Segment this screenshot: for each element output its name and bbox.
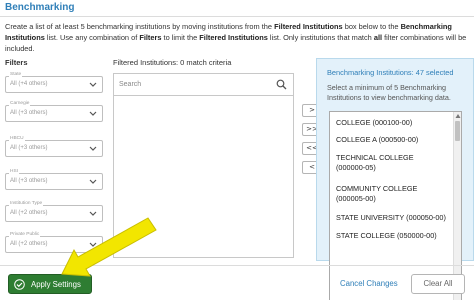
institution-type-filter-select[interactable]: All (+2 others) bbox=[5, 205, 103, 222]
list-item[interactable]: (000005-00) bbox=[336, 194, 376, 204]
private-public-filter-value: All (+2 others) bbox=[10, 241, 48, 247]
search-placeholder: Search bbox=[119, 81, 142, 88]
hbcu-filter-select[interactable]: All (+3 others) bbox=[5, 140, 103, 157]
instructions-part: list. Use any combination of bbox=[44, 33, 140, 42]
institution-type-filter-value: All (+2 others) bbox=[10, 210, 48, 216]
list-item[interactable]: COLLEGE A (000500-00) bbox=[336, 135, 418, 145]
institution-type-filter-label: Institution Type bbox=[9, 201, 44, 206]
hsi-filter-value: All (+3 others) bbox=[10, 178, 48, 184]
list-scrollbar[interactable] bbox=[453, 112, 461, 300]
chevron-down-icon bbox=[89, 146, 97, 151]
filtered-institutions-heading: Filtered Institutions: 0 match criteria bbox=[113, 58, 232, 67]
clear-all-button[interactable]: Clear All bbox=[411, 274, 465, 294]
apply-settings-label: Apply Settings bbox=[31, 280, 81, 289]
chevron-down-icon bbox=[89, 111, 97, 116]
private-public-filter-select[interactable]: All (+2 others) bbox=[5, 236, 103, 253]
filtered-search-input[interactable]: Search bbox=[114, 74, 293, 96]
state-filter-label: State bbox=[9, 72, 23, 77]
hbcu-filter-label: HBCU bbox=[9, 136, 25, 141]
search-icon bbox=[276, 79, 287, 90]
chevron-down-icon bbox=[89, 242, 97, 247]
apply-settings-button[interactable]: Apply Settings bbox=[8, 274, 92, 294]
carnegie-filter-label: Carnegie bbox=[9, 101, 31, 106]
scroll-up-icon[interactable] bbox=[455, 113, 461, 119]
cancel-changes-link[interactable]: Cancel Changes bbox=[340, 279, 398, 288]
benchmarking-institutions-list[interactable]: COLLEGE (000100-00) COLLEGE A (000500-00… bbox=[329, 111, 462, 300]
instructions-part: box below to the bbox=[342, 22, 401, 31]
instructions-bold: Filtered Institutions bbox=[274, 22, 343, 31]
chevron-down-icon bbox=[89, 179, 97, 184]
hsi-filter-select[interactable]: All (+3 others) bbox=[5, 173, 103, 190]
instructions-part: to limit the bbox=[161, 33, 200, 42]
instructions-bold: all bbox=[373, 33, 383, 42]
filtered-institutions-list[interactable]: Search bbox=[113, 73, 294, 258]
state-filter-value: All (+4 others) bbox=[10, 81, 48, 87]
chevron-down-icon bbox=[89, 211, 97, 216]
scrollbar-thumb[interactable] bbox=[455, 121, 460, 141]
instructions-text: Create a list of at least 5 benchmarking… bbox=[5, 21, 469, 54]
chevron-down-icon bbox=[89, 82, 97, 87]
instructions-part: Create a list of at least 5 benchmarking… bbox=[5, 22, 275, 31]
benchmarking-panel: Benchmarking Institutions: 47 selected S… bbox=[316, 58, 474, 300]
footer-divider bbox=[0, 265, 474, 266]
instructions-part: list. Only institutions that match bbox=[267, 33, 374, 42]
hsi-filter-label: HSI bbox=[9, 169, 19, 174]
list-item[interactable]: STATE UNIVERSITY (000050-00) bbox=[336, 213, 446, 223]
filters-heading: Filters bbox=[5, 58, 28, 67]
list-item[interactable]: COLLEGE (000100-00) bbox=[336, 118, 412, 128]
instructions-bold: Filtered Institutions bbox=[199, 33, 268, 42]
title-divider bbox=[0, 16, 474, 17]
list-item[interactable]: COMMUNITY COLLEGE bbox=[336, 184, 417, 194]
page-title: Benchmarking bbox=[5, 2, 75, 13]
benchmarking-description: Select a minimum of 5 Benchmarking Insti… bbox=[327, 83, 451, 102]
benchmarking-heading: Benchmarking Institutions: 47 selected bbox=[327, 68, 454, 77]
list-item[interactable]: (000000-05) bbox=[336, 163, 376, 173]
state-filter-select[interactable]: All (+4 others) bbox=[5, 76, 103, 93]
list-item[interactable]: TECHNICAL COLLEGE bbox=[336, 153, 414, 163]
list-item[interactable]: STATE COLLEGE (050000-00) bbox=[336, 231, 437, 241]
carnegie-filter-select[interactable]: All (+3 others) bbox=[5, 105, 103, 122]
private-public-filter-label: Private Public bbox=[9, 232, 41, 237]
hbcu-filter-value: All (+3 others) bbox=[10, 145, 48, 151]
carnegie-filter-value: All (+3 others) bbox=[10, 110, 48, 116]
instructions-bold: Filters bbox=[139, 33, 162, 42]
check-circle-icon bbox=[14, 279, 25, 290]
